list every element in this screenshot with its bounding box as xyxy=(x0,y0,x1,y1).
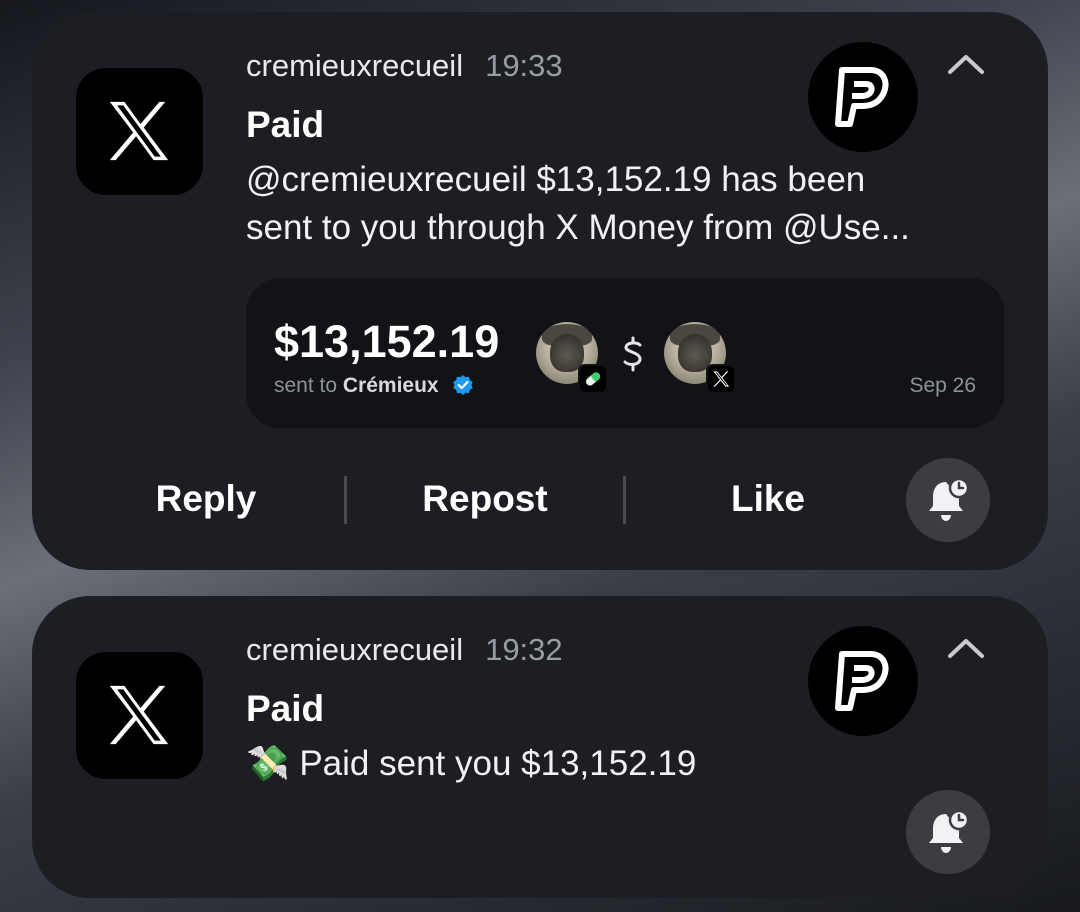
chevron-up-icon xyxy=(948,55,984,74)
notification-title: Paid xyxy=(246,688,325,729)
x-logo-icon xyxy=(109,101,169,161)
expand-chevron[interactable] xyxy=(946,634,986,667)
like-button[interactable]: Like xyxy=(718,478,818,520)
payment-card[interactable]: $13,152.19 sent to Crémieux Sep 26 xyxy=(246,278,1004,428)
notification-time: 19:32 xyxy=(485,632,563,667)
pill-badge xyxy=(578,364,608,394)
notification-body: 💸 Paid sent you $13,152.19 xyxy=(246,740,1026,788)
paid-app-badge xyxy=(808,626,918,736)
repost-button[interactable]: Repost xyxy=(410,478,560,520)
body-text: Paid sent you $13,152.19 xyxy=(299,744,697,783)
action-divider xyxy=(623,476,626,524)
snooze-button[interactable] xyxy=(906,458,990,542)
chevron-up-icon xyxy=(948,639,984,658)
x-app-icon xyxy=(76,652,203,779)
paid-p-logo-icon xyxy=(835,67,889,127)
x-logo-icon xyxy=(109,685,169,745)
notification-card-2[interactable]: cremieuxrecueil 19:32 Paid 💸 Paid sent yo… xyxy=(32,596,1048,898)
sender-name: cremieuxrecueil xyxy=(246,48,464,83)
paid-app-badge xyxy=(808,42,918,152)
dollar-transfer-icon xyxy=(623,336,642,372)
verified-badge-icon xyxy=(453,375,474,395)
recipient-name: Crémieux xyxy=(342,374,439,397)
notification-card-1[interactable]: cremieuxrecueil 19:33 Paid @cremieuxrecue… xyxy=(32,12,1048,570)
snooze-button[interactable] xyxy=(906,790,990,874)
notification-title: Paid xyxy=(246,104,325,145)
money-with-wings-emoji: 💸 xyxy=(246,744,290,783)
bell-snooze-icon xyxy=(929,477,970,521)
x-mini-badge xyxy=(706,364,736,394)
sent-to-line: sent to Crémieux xyxy=(274,374,474,398)
notification-header: cremieuxrecueil 19:32 xyxy=(246,632,563,668)
body-line-2: sent to you through X Money from @Use... xyxy=(246,208,910,247)
notification-time: 19:33 xyxy=(485,48,563,83)
reply-button[interactable]: Reply xyxy=(144,478,268,520)
pill-icon xyxy=(585,372,601,386)
payment-amount: $13,152.19 xyxy=(274,316,500,367)
action-divider xyxy=(344,476,347,524)
notification-body: @cremieuxrecueil $13,152.19 has been sen… xyxy=(246,156,1026,252)
collapse-chevron[interactable] xyxy=(946,50,986,83)
sent-to-label: sent to xyxy=(274,374,338,397)
notification-actions: Reply Repost Like xyxy=(32,472,1048,532)
sender-name: cremieuxrecueil xyxy=(246,632,464,667)
bell-snooze-icon xyxy=(929,809,970,853)
x-logo-icon xyxy=(713,371,730,387)
notification-header: cremieuxrecueil 19:33 xyxy=(246,48,563,84)
payment-date: Sep 26 xyxy=(909,374,976,397)
x-app-icon xyxy=(76,68,203,195)
paid-p-logo-icon xyxy=(835,651,889,711)
body-line-1: @cremieuxrecueil $13,152.19 has been xyxy=(246,160,866,199)
